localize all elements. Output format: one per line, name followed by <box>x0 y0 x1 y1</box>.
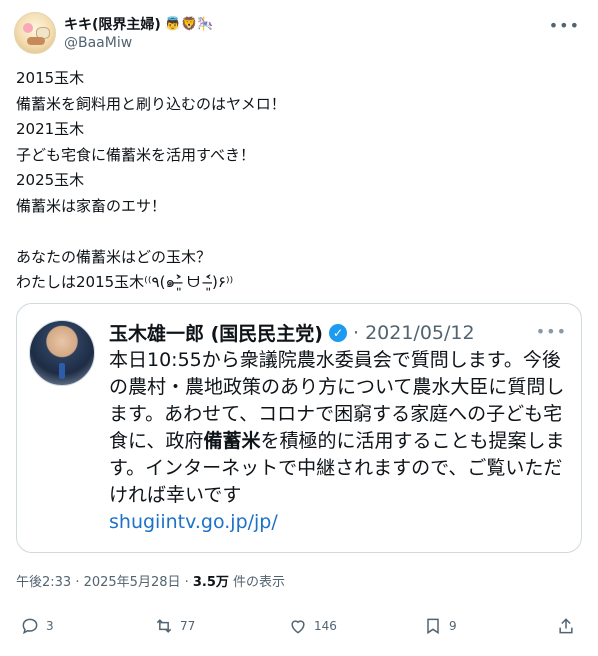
quoted-header: 玉木雄一郎 (国民民主党) ✓ · 2021/05/12 <box>109 319 475 346</box>
author-handle[interactable]: @BaaMiw <box>64 35 132 51</box>
quoted-body: 本日10:55から衆議院農水委員会で質問します。今後の農村・農地政策のあり方につ… <box>109 347 571 536</box>
retweet-icon <box>156 619 172 633</box>
like-button[interactable]: 146 <box>288 616 337 636</box>
author-display-name[interactable]: キキ(限界主婦) <box>64 14 161 34</box>
retweet-button[interactable]: 77 <box>154 616 195 636</box>
tweet-header: キキ(限界主婦) 👼🦁🎠 @BaaMiw ••• <box>14 10 586 58</box>
retweet-count: 77 <box>180 619 196 633</box>
quoted-more-icon[interactable]: ••• <box>536 322 567 341</box>
reply-count: 3 <box>46 619 54 633</box>
share-icon <box>559 618 573 634</box>
quoted-tweet[interactable]: 玉木雄一郎 (国民民主党) ✓ · 2021/05/12 ••• 本日10:55… <box>16 303 582 553</box>
like-count: 146 <box>314 619 337 633</box>
author-name-row[interactable]: キキ(限界主婦) 👼🦁🎠 <box>64 14 213 34</box>
tweet-meta: 午後2:33 · 2025年5月28日 · 3.5万 件の表示 <box>16 571 285 590</box>
author-name-emojis: 👼🦁🎠 <box>164 16 214 32</box>
view-count: 3.5万 <box>192 575 229 590</box>
bookmark-count: 9 <box>449 619 457 633</box>
reply-button[interactable]: 3 <box>20 616 54 636</box>
quoted-link[interactable]: shugiintv.go.jp/jp/ <box>109 511 278 533</box>
bookmark-icon <box>427 618 439 635</box>
quoted-display-name[interactable]: 玉木雄一郎 (国民民主党) <box>109 319 323 346</box>
like-icon <box>291 620 305 634</box>
tweet-text: 2015玉木 備蓄米を飼料用と刷り込むのはヤメロ！ 2021玉木 子ども宅食に備… <box>16 69 286 291</box>
author-avatar[interactable] <box>14 12 56 54</box>
verified-badge-icon: ✓ <box>328 323 347 342</box>
share-button[interactable] <box>556 616 576 636</box>
quoted-body-bold: 備蓄米 <box>203 430 261 452</box>
reply-icon <box>22 618 38 635</box>
quoted-author-avatar[interactable] <box>29 320 95 386</box>
quoted-date[interactable]: · 2021/05/12 <box>353 322 475 344</box>
more-icon[interactable]: ••• <box>549 16 580 35</box>
action-bar: 3 77 146 9 <box>16 616 582 646</box>
tweet-timestamp[interactable]: 午後2:33 · 2025年5月28日 · <box>16 575 193 590</box>
view-label: 件の表示 <box>228 575 286 590</box>
bookmark-button[interactable]: 9 <box>423 616 457 636</box>
